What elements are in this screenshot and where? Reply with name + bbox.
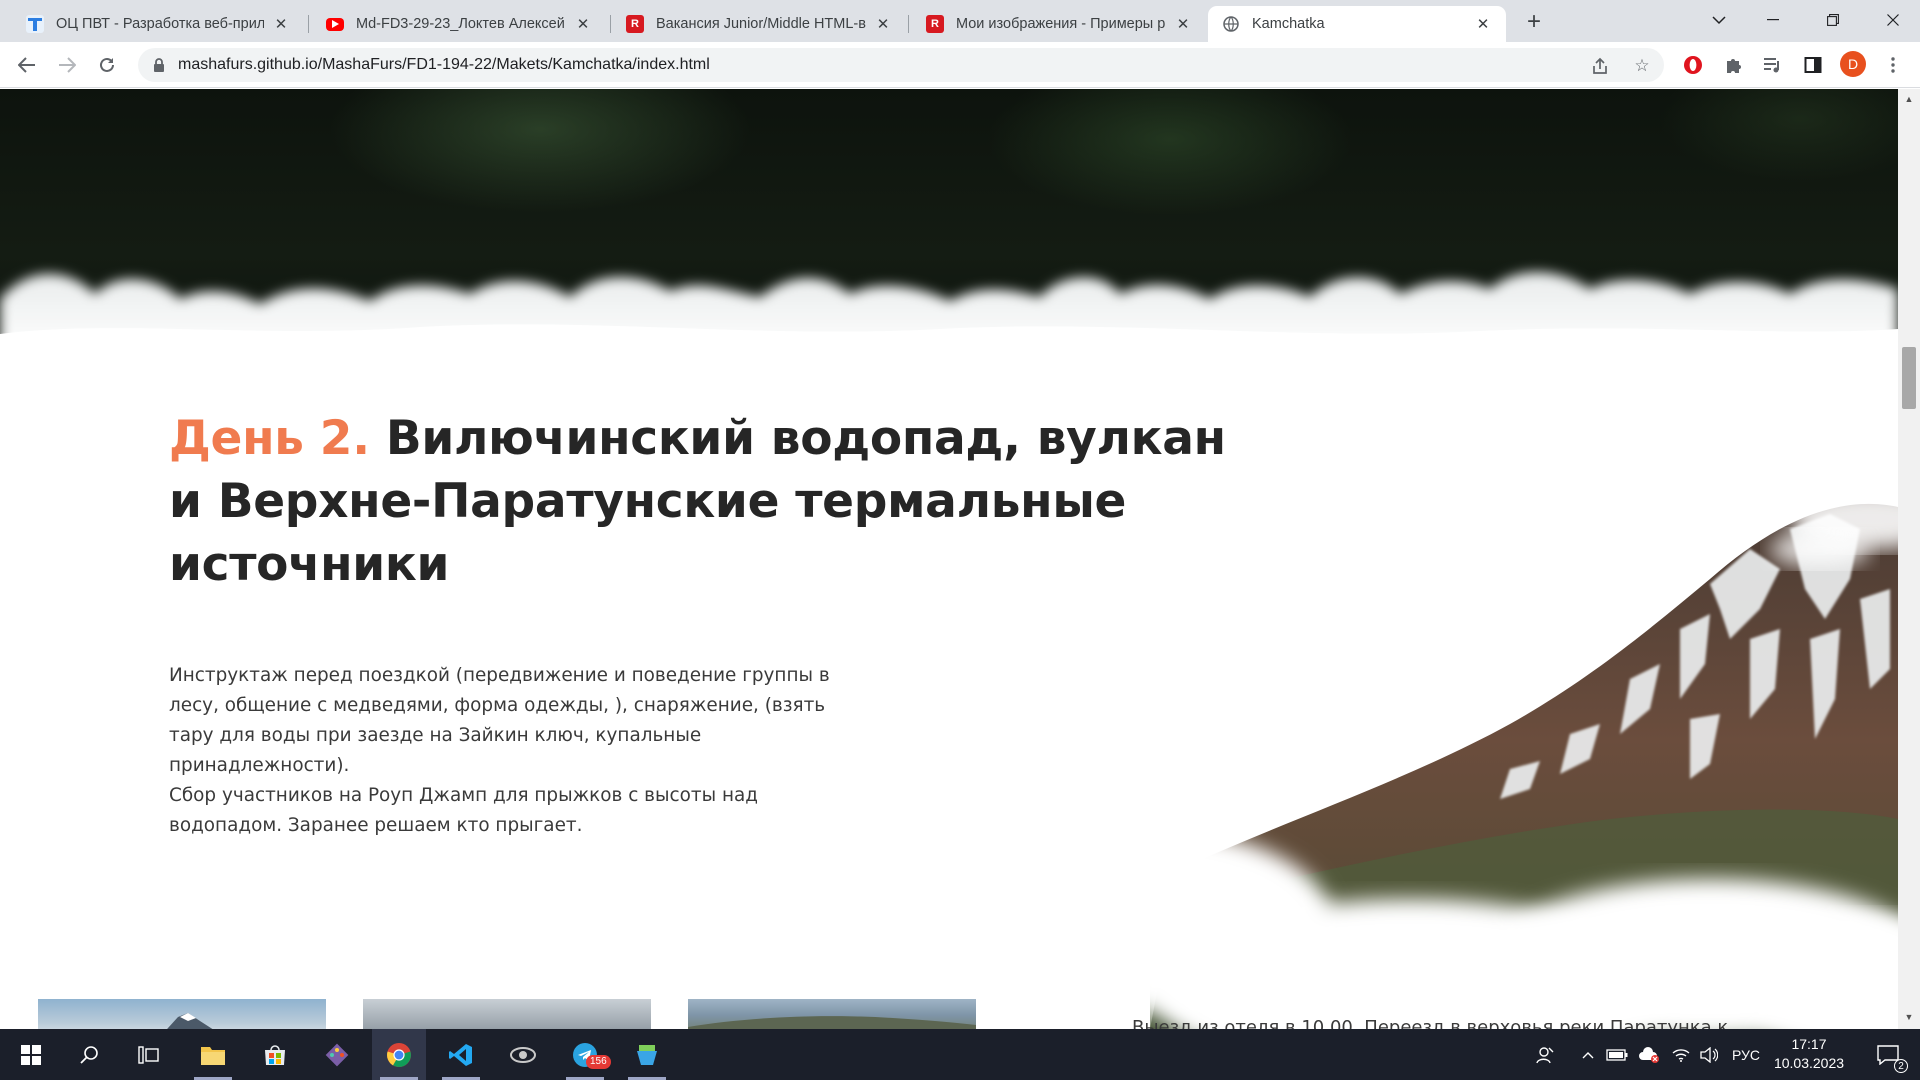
side-panel-icon[interactable] [1802, 54, 1824, 76]
tab-strip: ОЦ ПВТ - Разработка веб-прил ✕ Md-FD3-29… [0, 0, 1920, 42]
clock-date: 10.03.2023 [1773, 1055, 1845, 1071]
telegram-badge: 156 [586, 1055, 611, 1069]
scroll-up-arrow-icon[interactable]: ▲ [1903, 93, 1915, 105]
profile-avatar[interactable]: D [1840, 51, 1866, 77]
extensions-puzzle-icon[interactable] [1722, 54, 1744, 76]
media-queue-icon[interactable] [1762, 54, 1784, 76]
clock-time: 17:17 [1791, 1036, 1827, 1052]
file-explorer-icon[interactable] [186, 1029, 240, 1080]
language-indicator[interactable]: РУС [1726, 1029, 1766, 1080]
browser-toolbar: mashafurs.github.io/MashaFurs/FD1-194-22… [0, 42, 1920, 88]
minimize-button[interactable] [1750, 0, 1796, 40]
windows-taskbar: 156 РУС 17:17 10.03.2023 2 [0, 1029, 1920, 1080]
notification-center-icon[interactable]: 2 [1868, 1029, 1908, 1080]
tab-title: Md-FD3-29-23_Локтев Алексей [356, 16, 565, 32]
reload-button[interactable] [92, 50, 122, 80]
restore-button[interactable] [1810, 0, 1856, 40]
tab-vacancy[interactable]: R Вакансия Junior/Middle HTML-в ✕ [612, 6, 906, 42]
store-icon[interactable] [248, 1029, 302, 1080]
tab-separator [308, 15, 309, 33]
page-scrollbar[interactable]: ▲ ▼ [1898, 89, 1920, 1029]
new-tab-button[interactable]: + [1520, 8, 1548, 36]
kebab-menu-icon[interactable] [1882, 54, 1904, 76]
paragraph-rope-jump: Сбор участников на Роуп Джамп для прыжко… [169, 785, 758, 836]
system-clock[interactable]: 17:17 10.03.2023 [1767, 1035, 1851, 1073]
app-icon[interactable] [496, 1029, 550, 1080]
close-icon[interactable]: ✕ [1474, 15, 1492, 33]
thumbnail-volcano-2[interactable] [363, 999, 651, 1029]
cloud-sync-error-icon[interactable] [1634, 1029, 1664, 1080]
next-paragraph-cut: Выезд из отеля в 10.00. Переезд в верхов… [1132, 1017, 1729, 1029]
globe-icon [1222, 15, 1240, 33]
close-icon[interactable]: ✕ [272, 15, 290, 33]
tab-ocpvt[interactable]: ОЦ ПВТ - Разработка веб-прил ✕ [12, 6, 304, 42]
lock-icon[interactable] [151, 57, 167, 73]
notification-count: 2 [1894, 1059, 1908, 1073]
wifi-icon[interactable] [1668, 1029, 1694, 1080]
thumbnail-volcano-1[interactable] [38, 999, 326, 1029]
chrome-icon[interactable] [372, 1029, 426, 1080]
tab-separator [610, 15, 611, 33]
tab-separator [908, 15, 909, 33]
share-icon[interactable] [1590, 56, 1610, 76]
task-view-icon[interactable] [122, 1029, 176, 1080]
tray-chevron-up-icon[interactable] [1576, 1029, 1600, 1080]
telegram-icon[interactable]: 156 [558, 1029, 612, 1080]
git-icon[interactable] [310, 1029, 364, 1080]
close-icon[interactable]: ✕ [874, 15, 892, 33]
forward-button[interactable] [52, 50, 82, 80]
vscode-icon[interactable] [434, 1029, 488, 1080]
tab-title: Вакансия Junior/Middle HTML-в [656, 16, 866, 32]
thumbnail-volcano-3[interactable] [688, 999, 976, 1029]
site-logo-icon [26, 15, 44, 33]
paragraph-instructions: Инструктаж перед поездкой (передвижение … [169, 665, 830, 776]
search-icon[interactable] [62, 1029, 116, 1080]
address-bar[interactable]: mashafurs.github.io/MashaFurs/FD1-194-22… [138, 48, 1664, 82]
volume-icon[interactable] [1696, 1029, 1722, 1080]
tab-title: ОЦ ПВТ - Разработка веб-прил [56, 16, 264, 32]
app-icon-2[interactable] [620, 1029, 674, 1080]
day-number: День 2. [169, 411, 370, 466]
windows-start-icon[interactable] [4, 1029, 58, 1080]
rabota-icon: R [926, 15, 944, 33]
tab-images[interactable]: R Мои изображения - Примеры р ✕ [912, 6, 1206, 42]
close-icon[interactable]: ✕ [1174, 15, 1192, 33]
tab-title: Kamchatka [1252, 16, 1325, 32]
back-button[interactable] [12, 50, 42, 80]
tab-kamchatka[interactable]: Kamchatka ✕ [1208, 6, 1506, 42]
bookmark-star-icon[interactable]: ☆ [1632, 56, 1652, 76]
youtube-icon [326, 17, 344, 31]
tab-title: Мои изображения - Примеры р [956, 16, 1166, 32]
web-page: День 2. Вилючинский водопад, вулкан и Ве… [0, 89, 1898, 1029]
people-icon[interactable] [1530, 1029, 1560, 1080]
rabota-icon: R [626, 15, 644, 33]
opera-extension-icon[interactable] [1682, 54, 1704, 76]
tab-youtube[interactable]: Md-FD3-29-23_Локтев Алексей ✕ [312, 6, 606, 42]
close-icon[interactable]: ✕ [574, 15, 592, 33]
scroll-thumb[interactable] [1902, 347, 1916, 409]
volcano-image [990, 489, 1898, 1029]
tab-search-chevron-icon[interactable] [1696, 0, 1742, 40]
close-window-button[interactable] [1870, 0, 1916, 40]
scroll-down-arrow-icon[interactable]: ▼ [1903, 1011, 1915, 1023]
url-text[interactable]: mashafurs.github.io/MashaFurs/FD1-194-22… [178, 56, 710, 74]
battery-icon[interactable] [1603, 1029, 1631, 1080]
